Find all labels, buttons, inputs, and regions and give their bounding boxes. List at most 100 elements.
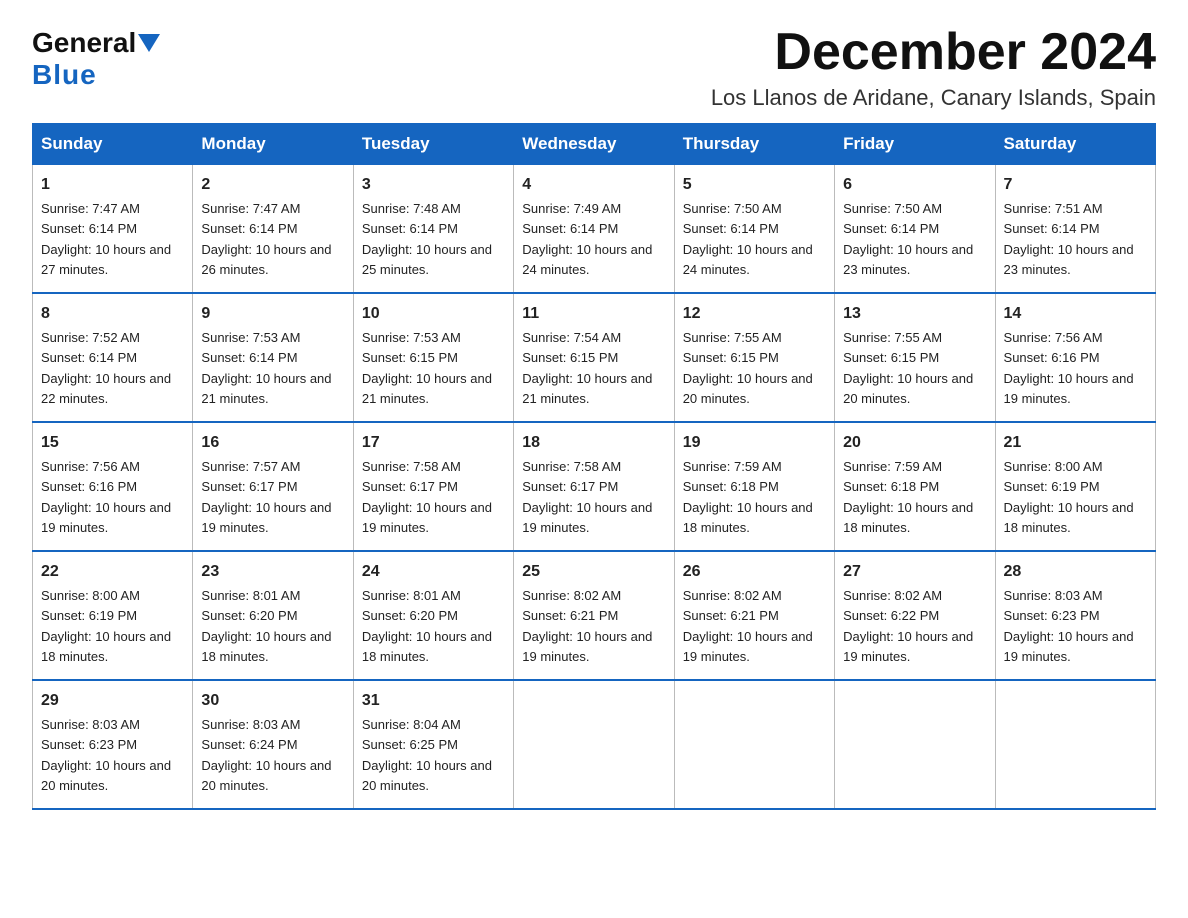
logo-text-general: General <box>32 28 136 59</box>
header-friday: Friday <box>835 124 995 165</box>
day-info: Sunrise: 7:59 AMSunset: 6:18 PMDaylight:… <box>683 459 813 535</box>
day-number: 17 <box>362 431 505 455</box>
logo-arrow-icon <box>138 34 160 54</box>
calendar-week-row: 1 Sunrise: 7:47 AMSunset: 6:14 PMDaylight… <box>33 165 1156 294</box>
header-wednesday: Wednesday <box>514 124 674 165</box>
day-number: 27 <box>843 560 986 584</box>
page-header: General Blue December 2024 Los Llanos de… <box>32 24 1156 111</box>
title-area: December 2024 Los Llanos de Aridane, Can… <box>711 24 1156 111</box>
calendar-day-cell: 8Sunrise: 7:52 AMSunset: 6:14 PMDaylight… <box>33 293 193 422</box>
calendar-day-cell: 21Sunrise: 8:00 AMSunset: 6:19 PMDayligh… <box>995 422 1155 551</box>
calendar-day-cell: 5Sunrise: 7:50 AMSunset: 6:14 PMDaylight… <box>674 165 834 294</box>
day-number: 9 <box>201 302 344 326</box>
day-number: 24 <box>362 560 505 584</box>
day-info: Sunrise: 7:51 AMSunset: 6:14 PMDaylight:… <box>1004 201 1134 277</box>
calendar-week-row: 22 Sunrise: 8:00 AMSunset: 6:19 PMDayligh… <box>33 551 1156 680</box>
calendar-day-cell: 17 Sunrise: 7:58 AMSunset: 6:17 PMDayligh… <box>353 422 513 551</box>
calendar-header-row: SundayMondayTuesdayWednesdayThursdayFrid… <box>33 124 1156 165</box>
calendar-week-row: 15Sunrise: 7:56 AMSunset: 6:16 PMDayligh… <box>33 422 1156 551</box>
day-number: 29 <box>41 689 184 713</box>
day-info: Sunrise: 8:03 AMSunset: 6:23 PMDaylight:… <box>1004 588 1134 664</box>
day-number: 6 <box>843 173 986 197</box>
logo: General Blue <box>32 28 160 91</box>
day-number: 7 <box>1004 173 1147 197</box>
day-number: 11 <box>522 302 665 326</box>
day-number: 22 <box>41 560 184 584</box>
calendar-day-cell: 27 Sunrise: 8:02 AMSunset: 6:22 PMDayligh… <box>835 551 995 680</box>
calendar-day-cell: 30 Sunrise: 8:03 AMSunset: 6:24 PMDayligh… <box>193 680 353 809</box>
day-info: Sunrise: 7:57 AMSunset: 6:17 PMDaylight:… <box>201 459 331 535</box>
calendar-day-cell: 19 Sunrise: 7:59 AMSunset: 6:18 PMDayligh… <box>674 422 834 551</box>
month-title: December 2024 <box>711 24 1156 81</box>
calendar-day-cell: 26Sunrise: 8:02 AMSunset: 6:21 PMDayligh… <box>674 551 834 680</box>
header-tuesday: Tuesday <box>353 124 513 165</box>
day-number: 13 <box>843 302 986 326</box>
calendar-day-cell: 22 Sunrise: 8:00 AMSunset: 6:19 PMDayligh… <box>33 551 193 680</box>
header-sunday: Sunday <box>33 124 193 165</box>
calendar-day-cell: 25 Sunrise: 8:02 AMSunset: 6:21 PMDayligh… <box>514 551 674 680</box>
day-number: 25 <box>522 560 665 584</box>
day-info: Sunrise: 8:03 AMSunset: 6:23 PMDaylight:… <box>41 717 171 793</box>
day-number: 2 <box>201 173 344 197</box>
day-info: Sunrise: 8:01 AMSunset: 6:20 PMDaylight:… <box>201 588 331 664</box>
calendar-day-cell: 9Sunrise: 7:53 AMSunset: 6:14 PMDaylight… <box>193 293 353 422</box>
day-info: Sunrise: 8:02 AMSunset: 6:22 PMDaylight:… <box>843 588 973 664</box>
calendar-day-cell: 4 Sunrise: 7:49 AMSunset: 6:14 PMDaylight… <box>514 165 674 294</box>
calendar-week-row: 29 Sunrise: 8:03 AMSunset: 6:23 PMDayligh… <box>33 680 1156 809</box>
calendar-day-cell: 1 Sunrise: 7:47 AMSunset: 6:14 PMDaylight… <box>33 165 193 294</box>
day-info: Sunrise: 7:54 AMSunset: 6:15 PMDaylight:… <box>522 330 652 406</box>
calendar-day-cell: 29 Sunrise: 8:03 AMSunset: 6:23 PMDayligh… <box>33 680 193 809</box>
day-info: Sunrise: 7:52 AMSunset: 6:14 PMDaylight:… <box>41 330 171 406</box>
calendar-week-row: 8Sunrise: 7:52 AMSunset: 6:14 PMDaylight… <box>33 293 1156 422</box>
calendar-empty-cell <box>674 680 834 809</box>
calendar-day-cell: 12Sunrise: 7:55 AMSunset: 6:15 PMDayligh… <box>674 293 834 422</box>
day-number: 30 <box>201 689 344 713</box>
day-number: 31 <box>362 689 505 713</box>
calendar-empty-cell <box>835 680 995 809</box>
day-info: Sunrise: 8:03 AMSunset: 6:24 PMDaylight:… <box>201 717 331 793</box>
calendar-day-cell: 31 Sunrise: 8:04 AMSunset: 6:25 PMDayligh… <box>353 680 513 809</box>
calendar-table: SundayMondayTuesdayWednesdayThursdayFrid… <box>32 123 1156 810</box>
day-info: Sunrise: 8:00 AMSunset: 6:19 PMDaylight:… <box>41 588 171 664</box>
calendar-day-cell: 14Sunrise: 7:56 AMSunset: 6:16 PMDayligh… <box>995 293 1155 422</box>
header-saturday: Saturday <box>995 124 1155 165</box>
day-number: 19 <box>683 431 826 455</box>
day-info: Sunrise: 8:00 AMSunset: 6:19 PMDaylight:… <box>1004 459 1134 535</box>
calendar-empty-cell <box>995 680 1155 809</box>
day-info: Sunrise: 7:59 AMSunset: 6:18 PMDaylight:… <box>843 459 973 535</box>
calendar-day-cell: 16 Sunrise: 7:57 AMSunset: 6:17 PMDayligh… <box>193 422 353 551</box>
calendar-day-cell: 24Sunrise: 8:01 AMSunset: 6:20 PMDayligh… <box>353 551 513 680</box>
day-number: 28 <box>1004 560 1147 584</box>
day-info: Sunrise: 7:55 AMSunset: 6:15 PMDaylight:… <box>843 330 973 406</box>
calendar-day-cell: 28 Sunrise: 8:03 AMSunset: 6:23 PMDayligh… <box>995 551 1155 680</box>
day-info: Sunrise: 8:04 AMSunset: 6:25 PMDaylight:… <box>362 717 492 793</box>
day-number: 20 <box>843 431 986 455</box>
calendar-day-cell: 23 Sunrise: 8:01 AMSunset: 6:20 PMDayligh… <box>193 551 353 680</box>
day-number: 18 <box>522 431 665 455</box>
calendar-empty-cell <box>514 680 674 809</box>
calendar-day-cell: 6 Sunrise: 7:50 AMSunset: 6:14 PMDaylight… <box>835 165 995 294</box>
day-info: Sunrise: 7:53 AMSunset: 6:15 PMDaylight:… <box>362 330 492 406</box>
calendar-day-cell: 18 Sunrise: 7:58 AMSunset: 6:17 PMDayligh… <box>514 422 674 551</box>
day-info: Sunrise: 7:58 AMSunset: 6:17 PMDaylight:… <box>362 459 492 535</box>
day-info: Sunrise: 8:02 AMSunset: 6:21 PMDaylight:… <box>522 588 652 664</box>
day-number: 4 <box>522 173 665 197</box>
day-number: 23 <box>201 560 344 584</box>
day-number: 14 <box>1004 302 1147 326</box>
day-number: 16 <box>201 431 344 455</box>
day-info: Sunrise: 7:49 AMSunset: 6:14 PMDaylight:… <box>522 201 652 277</box>
day-info: Sunrise: 7:50 AMSunset: 6:14 PMDaylight:… <box>843 201 973 277</box>
calendar-day-cell: 10 Sunrise: 7:53 AMSunset: 6:15 PMDayligh… <box>353 293 513 422</box>
day-info: Sunrise: 7:47 AMSunset: 6:14 PMDaylight:… <box>41 201 171 277</box>
logo-text-blue: Blue <box>32 59 97 91</box>
day-info: Sunrise: 7:58 AMSunset: 6:17 PMDaylight:… <box>522 459 652 535</box>
calendar-day-cell: 7 Sunrise: 7:51 AMSunset: 6:14 PMDaylight… <box>995 165 1155 294</box>
day-number: 1 <box>41 173 184 197</box>
calendar-day-cell: 15Sunrise: 7:56 AMSunset: 6:16 PMDayligh… <box>33 422 193 551</box>
day-info: Sunrise: 7:50 AMSunset: 6:14 PMDaylight:… <box>683 201 813 277</box>
day-number: 10 <box>362 302 505 326</box>
day-number: 12 <box>683 302 826 326</box>
day-info: Sunrise: 7:48 AMSunset: 6:14 PMDaylight:… <box>362 201 492 277</box>
day-info: Sunrise: 7:47 AMSunset: 6:14 PMDaylight:… <box>201 201 331 277</box>
calendar-day-cell: 2 Sunrise: 7:47 AMSunset: 6:14 PMDaylight… <box>193 165 353 294</box>
